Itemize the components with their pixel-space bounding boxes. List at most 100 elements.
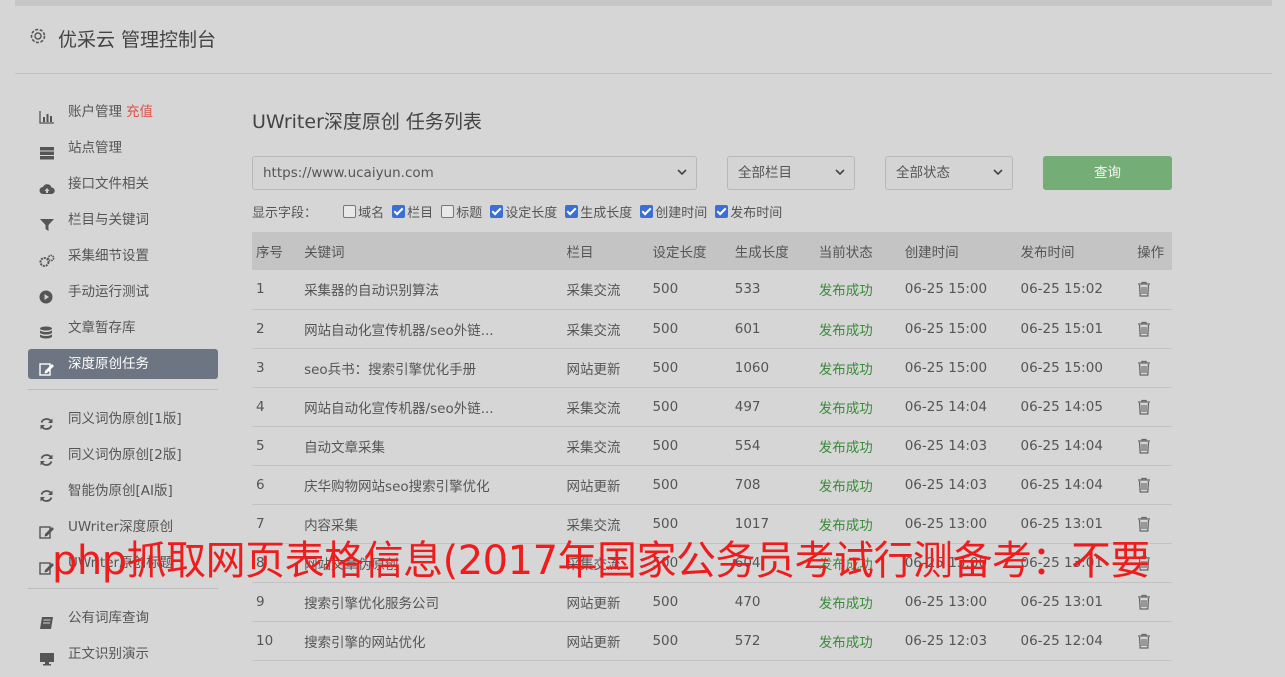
table-cell: 06-25 15:01: [1020, 320, 1103, 337]
field-checkbox-4[interactable]: 生成长度: [565, 202, 632, 221]
delete-cell: [1133, 426, 1172, 465]
sidebar-item-label: 手动运行测试: [68, 284, 149, 300]
sidebar-item-5[interactable]: 手动运行测试: [28, 277, 218, 307]
query-button[interactable]: 查询: [1043, 156, 1172, 190]
delete-cell: [1133, 387, 1172, 426]
table-cell: 采集器的自动识别算法: [304, 283, 440, 300]
delete-cell: [1133, 348, 1172, 387]
table-row: 4 网站自动化宣传机器/seo外链... 采集交流 500 497 发布成功 06-25 1…: [252, 387, 1172, 426]
trash-icon[interactable]: [1137, 360, 1151, 376]
table-cell: 06-25 14:04: [1020, 437, 1103, 454]
trash-icon[interactable]: [1137, 477, 1151, 493]
field-checkbox-2[interactable]: 标题: [441, 202, 482, 221]
table-cell: 500: [652, 437, 679, 454]
recharge-link[interactable]: 充值: [126, 104, 153, 120]
checkbox[interactable]: [565, 205, 579, 218]
table-cell: 497: [734, 398, 761, 415]
sidebar-item-4[interactable]: 采集细节设置: [28, 241, 218, 271]
trash-icon[interactable]: [1137, 281, 1151, 297]
checkbox[interactable]: [343, 205, 357, 218]
column-header: 序号: [256, 245, 283, 261]
delete-cell: [1133, 582, 1172, 621]
checkbox[interactable]: [715, 205, 729, 218]
table-cell: 发布成功: [818, 322, 873, 339]
table-row: 9 搜索引擎优化服务公司 网站更新 500 470 发布成功 06-25 13:00 06-2…: [252, 582, 1172, 621]
checkbox[interactable]: [490, 205, 504, 218]
field-checkbox-1[interactable]: 栏目: [392, 202, 433, 221]
sidebar-tool-item-1[interactable]: 正文识别演示: [28, 639, 218, 669]
page-header-title: 优采云 管理控制台: [58, 29, 217, 51]
chevron-down-icon: [677, 169, 687, 176]
status-select-value: 全部状态: [896, 165, 950, 181]
chevron-down-icon: [993, 169, 1003, 176]
sidebar-item-label: 站点管理: [68, 140, 122, 156]
table-cell: 06-25 14:03: [904, 437, 988, 454]
field-checkbox-3[interactable]: 设定长度: [490, 202, 557, 221]
trash-icon[interactable]: [1137, 438, 1151, 454]
sidebar-item-6[interactable]: 文章暂存库: [28, 313, 218, 343]
sidebar-item-3[interactable]: 栏目与关键词: [28, 205, 218, 235]
sidebar-item-label: 正文识别演示: [68, 646, 149, 662]
column-header: 发布时间: [1020, 245, 1075, 261]
field-checkbox-5[interactable]: 创建时间: [640, 202, 707, 221]
table-row: 10 搜索引擎的网站优化 网站更新 500 572 发布成功 06-25 12:03 06-2…: [252, 621, 1172, 660]
checkbox[interactable]: [392, 205, 406, 218]
checkbox-label: 设定长度: [505, 206, 558, 221]
table-cell: 发布成功: [818, 361, 873, 378]
table-cell: 06-25 15:00: [904, 281, 988, 298]
trash-icon[interactable]: [1137, 399, 1151, 415]
table-cell: 发布成功: [818, 400, 873, 417]
field-checkbox-0[interactable]: 域名: [343, 202, 384, 221]
trash-icon[interactable]: [1137, 321, 1151, 337]
table-cell: 1: [256, 281, 265, 298]
sidebar-item-7[interactable]: 深度原创任务: [28, 349, 218, 379]
table-cell: 5: [256, 437, 265, 454]
table-cell: 采集交流: [566, 283, 621, 300]
checkbox[interactable]: [441, 205, 455, 218]
sidebar-item-1[interactable]: 站点管理: [28, 133, 218, 163]
gears-icon: [39, 249, 55, 267]
checkbox[interactable]: [640, 205, 654, 218]
sidebar-rewrite-item-2[interactable]: 智能伪原创[AI版]: [28, 476, 218, 506]
table-header-row: 序号 关键词 栏目 设定长度 生成长度 当前状态 创建时间 发布时间 操作: [252, 232, 1172, 270]
site-select[interactable]: https://www.ucaiyun.com: [252, 156, 697, 190]
trash-icon[interactable]: [1137, 633, 1151, 649]
sidebar: 账户管理 充值站点管理接口文件相关 栏目与关键词采集细节设置 手动运行测试 文章暂存库深…: [28, 97, 218, 675]
delete-cell: [1133, 465, 1172, 504]
table-cell: 06-25 15:00: [904, 320, 988, 337]
sidebar-item-2[interactable]: 接口文件相关: [28, 169, 218, 199]
table-row: 1 采集器的自动识别算法 采集交流 500 533 发布成功 06-25 15:00 06-2…: [252, 270, 1172, 309]
gear-icon: [30, 28, 46, 44]
column-header: 操作: [1137, 245, 1165, 261]
delete-cell: [1133, 270, 1172, 309]
column-header: 设定长度: [652, 245, 707, 261]
table-cell: 500: [652, 593, 679, 610]
table-cell: 470: [734, 593, 761, 610]
column-header: 栏目: [566, 245, 594, 261]
table-cell: 500: [652, 359, 679, 376]
table-cell: 发布成功: [818, 595, 873, 612]
main-content: UWriter深度原创 任务列表 https://www.ucaiyun.com…: [252, 100, 1172, 660]
sidebar-item-label: 采集细节设置: [68, 248, 149, 264]
sidebar-rewrite-item-0[interactable]: 同义词伪原创[1版]: [28, 404, 218, 434]
table-cell: 4: [256, 398, 265, 415]
column-header: 创建时间: [904, 245, 959, 261]
sidebar-item-0[interactable]: 账户管理 充值: [28, 97, 218, 127]
refresh-icon: [39, 448, 55, 466]
column-select[interactable]: 全部栏目: [727, 156, 855, 190]
site-select-value: https://www.ucaiyun.com: [263, 165, 434, 181]
delete-cell: [1133, 621, 1172, 660]
sidebar-item-label: 同义词伪原创[1版]: [68, 411, 182, 427]
table-cell: 10: [256, 632, 274, 649]
sidebar-item-label: 文章暂存库: [68, 320, 136, 336]
status-select[interactable]: 全部状态: [885, 156, 1013, 190]
monitor-icon: [39, 647, 55, 666]
table-cell: 发布成功: [818, 283, 873, 300]
table-cell: 06-25 14:04: [1020, 476, 1103, 493]
field-checkbox-6[interactable]: 发布时间: [715, 202, 782, 221]
table-cell: 网站更新: [566, 478, 621, 495]
trash-icon[interactable]: [1137, 594, 1151, 610]
sidebar-rewrite-item-1[interactable]: 同义词伪原创[2版]: [28, 440, 218, 470]
display-fields-label: 显示字段：: [252, 206, 318, 221]
sidebar-tool-item-0[interactable]: 公有词库查询: [28, 603, 218, 633]
